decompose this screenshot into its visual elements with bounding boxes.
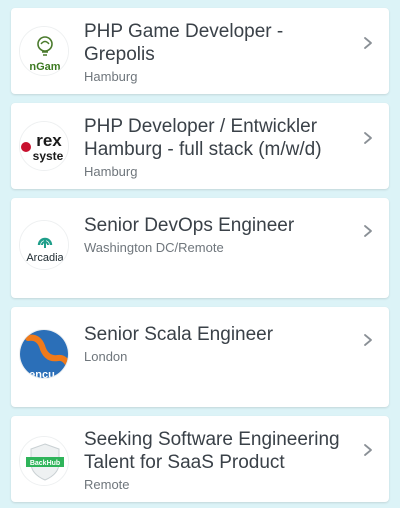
svg-text:Arcadia: Arcadia (26, 252, 64, 264)
svg-text:nGam: nGam (29, 61, 60, 73)
job-title: Senior DevOps Engineer (84, 215, 295, 236)
chevron-right-icon[interactable] (361, 443, 375, 457)
job-title: Seeking Software Engineering Talent for … (84, 429, 340, 473)
svg-text:BackHub: BackHub (30, 460, 60, 467)
chevron-right-icon[interactable] (361, 333, 375, 347)
svg-text:encu: encu (29, 369, 55, 379)
job-card[interactable]: Arcadia Senior DevOps Engineer Washingto… (11, 198, 389, 298)
arcadia-logo-icon: Arcadia (19, 220, 69, 270)
rexsystems-logo-icon: rex syste (19, 121, 69, 171)
job-card[interactable]: encu Senior Scala Engineer London (11, 307, 389, 407)
chevron-right-icon[interactable] (361, 131, 375, 145)
job-location: Hamburg (84, 164, 138, 179)
innogames-logo-icon: nGam (19, 26, 69, 76)
job-location: Washington DC/Remote (84, 240, 224, 255)
company-logo-icon: encu (19, 329, 69, 379)
backhub-logo-icon: BackHub (19, 436, 69, 486)
job-location: London (84, 349, 128, 364)
job-title: PHP Game Developer - Grepolis (84, 21, 284, 65)
job-card[interactable]: rex syste PHP Developer / Entwickler Ham… (11, 103, 389, 189)
svg-text:rex: rex (36, 131, 62, 150)
chevron-right-icon[interactable] (361, 224, 375, 238)
job-title: Senior Scala Engineer (84, 324, 274, 345)
svg-text:syste: syste (33, 149, 64, 163)
job-card[interactable]: nGam PHP Game Developer - Grepolis Hambu… (11, 8, 389, 94)
job-card[interactable]: BackHub Seeking Software Engineering Tal… (11, 416, 389, 502)
chevron-right-icon[interactable] (361, 36, 375, 50)
job-location: Hamburg (84, 69, 138, 84)
job-title: PHP Developer / Entwickler Hamburg - ful… (84, 116, 322, 160)
job-location: Remote (84, 477, 130, 492)
